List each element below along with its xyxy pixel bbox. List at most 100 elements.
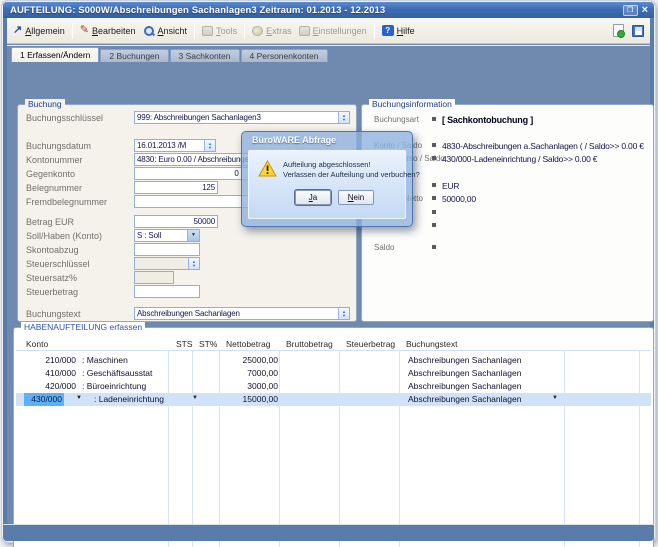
field-value: 16.01.2013 /M: [135, 141, 204, 150]
info-value: EUR: [442, 181, 651, 191]
menu-einstellungen[interactable]: Einstellungen: [299, 26, 367, 36]
label-sollhaben: Soll/Haben (Konto): [26, 231, 132, 241]
label-steuerbetrag: Steuerbetrag: [26, 287, 132, 297]
close-icon[interactable]: ×: [642, 5, 648, 16]
tab-buchungen[interactable]: 2 Buchungen: [100, 49, 168, 62]
menu-extras[interactable]: Extras: [252, 26, 292, 36]
field-value: S : Soll: [135, 231, 187, 240]
table-row[interactable]: 410/000 : Geschäftsausstat 7000,00 Absch…: [16, 367, 651, 380]
extras-icon: [252, 26, 263, 36]
toolbar: ↗ Allgemein ✎ Bearbeiten Ansicht Tools E…: [7, 18, 650, 44]
tab-personenkonten[interactable]: 4 Personenkonten: [241, 49, 328, 62]
col-nettobetrag[interactable]: Nettobetrag: [226, 339, 270, 349]
spinner-icon[interactable]: ▲▼: [188, 258, 199, 269]
tools-icon: [202, 26, 213, 36]
groupbox-caption: Buchung: [25, 99, 65, 109]
steuersatz-field[interactable]: [134, 271, 174, 284]
warning-icon: [258, 160, 277, 182]
dialog-message-line2: Verlassen der Aufteilung und verbuchen?: [283, 170, 420, 180]
tab-strip: 1 Erfassen/Ändern 2 Buchungen 3 Sachkont…: [11, 47, 329, 62]
bullet-icon: [432, 223, 436, 227]
magnifier-icon: [143, 25, 155, 37]
menu-label: Ansicht: [158, 26, 188, 36]
menu-label: Bearbeiten: [92, 26, 136, 36]
label-belegnummer: Belegnummer: [26, 183, 132, 193]
window-bottom-frame: [3, 524, 654, 541]
table-row-selected[interactable]: 430/000 ▼ : Ladeneinrichtung ▼ 15000,00 …: [16, 393, 651, 406]
menu-bearbeiten[interactable]: ✎ Bearbeiten: [80, 25, 136, 36]
info-row: Buchungsart [ Sachkontobuchung ]: [362, 115, 651, 127]
bullet-icon: [432, 245, 436, 249]
dialog-message: Aufteilung abgeschlossen! Verlassen der …: [283, 160, 420, 180]
cell-buchungstext: Abschreibungen Sachanlagen: [408, 394, 558, 404]
title-bar[interactable]: AUFTEILUNG: S000W/Abschreibungen Sachanl…: [3, 2, 654, 18]
col-stprozent[interactable]: ST%: [199, 339, 217, 349]
col-steuerbetrag[interactable]: Steuerbetrag: [346, 339, 395, 349]
cell-name: : Büroeinrichtung: [82, 381, 182, 391]
table-row[interactable]: 420/000 : Büroeinrichtung 3000,00 Abschr…: [16, 380, 651, 393]
tab-erfassen-aendern[interactable]: 1 Erfassen/Ändern: [11, 47, 99, 62]
label-skontoabzug: Skontoabzug: [26, 245, 132, 255]
spinner-icon[interactable]: ▲▼: [204, 140, 215, 151]
help-icon: ?: [382, 25, 394, 36]
table-row[interactable]: 210/000 : Maschinen 25000,00 Abschreibun…: [16, 354, 651, 367]
steuerschluessel-combo[interactable]: ▲▼: [134, 257, 200, 270]
nein-button[interactable]: Nein: [338, 190, 374, 205]
label-buchungsdatum: Buchungsdatum: [26, 141, 132, 151]
menu-allgemein[interactable]: ↗ Allgemein: [13, 25, 65, 36]
dialog-title: BüroWARE Abfrage: [252, 135, 336, 145]
dropdown-arrow-icon[interactable]: ▼: [552, 395, 558, 401]
label-gegenkonto: Gegenkonto: [26, 169, 132, 179]
maximize-icon[interactable]: ❒: [623, 5, 638, 16]
spinner-icon[interactable]: ▲▼: [338, 308, 349, 319]
bullet-icon: [432, 156, 436, 160]
label-steuerschluessel: Steuerschlüssel: [26, 259, 132, 269]
col-bruttobetrag[interactable]: Bruttobetrag: [286, 339, 333, 349]
ja-button[interactable]: Ja: [295, 190, 331, 205]
col-sts[interactable]: STS: [176, 339, 193, 349]
steuerbetrag-field[interactable]: [134, 285, 200, 298]
button-label: Nein: [339, 191, 373, 204]
cell-konto-selected[interactable]: 430/000: [24, 393, 64, 406]
cell-konto: 410/000: [28, 368, 76, 378]
menu-tools[interactable]: Tools: [202, 26, 237, 36]
cell-netto: 3000,00: [216, 381, 278, 391]
skontoabzug-field[interactable]: [134, 243, 200, 256]
dropdown-arrow-icon[interactable]: ▼: [192, 395, 198, 401]
window-title: AUFTEILUNG: S000W/Abschreibungen Sachanl…: [3, 5, 623, 16]
cell-konto: 420/000: [28, 381, 76, 391]
bullet-icon: [432, 143, 436, 147]
menu-ansicht[interactable]: Ansicht: [143, 25, 188, 37]
cell-buchungstext: Abschreibungen Sachanlagen: [408, 368, 558, 378]
label-steuersatz: Steuersatz%: [26, 273, 132, 283]
cell-buchungstext: Abschreibungen Sachanlagen: [408, 355, 558, 365]
document-check-icon[interactable]: [613, 24, 624, 37]
table-header: Konto STS ST% Nettobetrag Bruttobetrag S…: [16, 338, 651, 351]
buchungsdatum-field[interactable]: 16.01.2013 /M ▲▼: [134, 139, 216, 152]
info-row: Saldo: [362, 243, 651, 255]
belegnummer-field[interactable]: 125: [134, 181, 218, 194]
field-value: 50000: [135, 217, 217, 226]
button-label: Ja: [296, 191, 330, 204]
dropdown-arrow-icon[interactable]: ▼: [187, 230, 199, 241]
dropdown-arrow-icon[interactable]: ▼: [76, 395, 82, 401]
toolbar-separator: [244, 23, 245, 39]
sollhaben-dropdown[interactable]: S : Soll ▼: [134, 229, 200, 242]
menu-hilfe[interactable]: ? Hilfe: [382, 25, 415, 36]
info-label: Saldo: [374, 243, 394, 252]
betrag-field[interactable]: 50000: [134, 215, 218, 228]
buchungsschluessel-combo[interactable]: 999: Abschreibungen Sachanlagen3 ▲▼: [134, 111, 350, 124]
cell-netto: 25000,00: [216, 355, 278, 365]
col-buchungstext[interactable]: Buchungstext: [406, 339, 458, 349]
spinner-icon[interactable]: ▲▼: [338, 112, 349, 123]
label-fremdbelegnummer: Fremdbelegnummer: [26, 197, 132, 207]
buchungstext-combo[interactable]: Abschreibungen Sachanlagen ▲▼: [134, 307, 350, 320]
groupbox-caption: HABENAUFTEILUNG erfassen: [21, 322, 145, 332]
cell-konto: 210/000: [28, 355, 76, 365]
bullet-icon: [432, 196, 436, 200]
menu-label: Tools: [216, 26, 237, 36]
tab-sachkonten[interactable]: 3 Sachkonten: [170, 49, 240, 62]
save-icon[interactable]: [632, 25, 644, 37]
col-konto[interactable]: Konto: [26, 339, 48, 349]
field-value: Abschreibungen Sachanlagen: [135, 309, 338, 318]
